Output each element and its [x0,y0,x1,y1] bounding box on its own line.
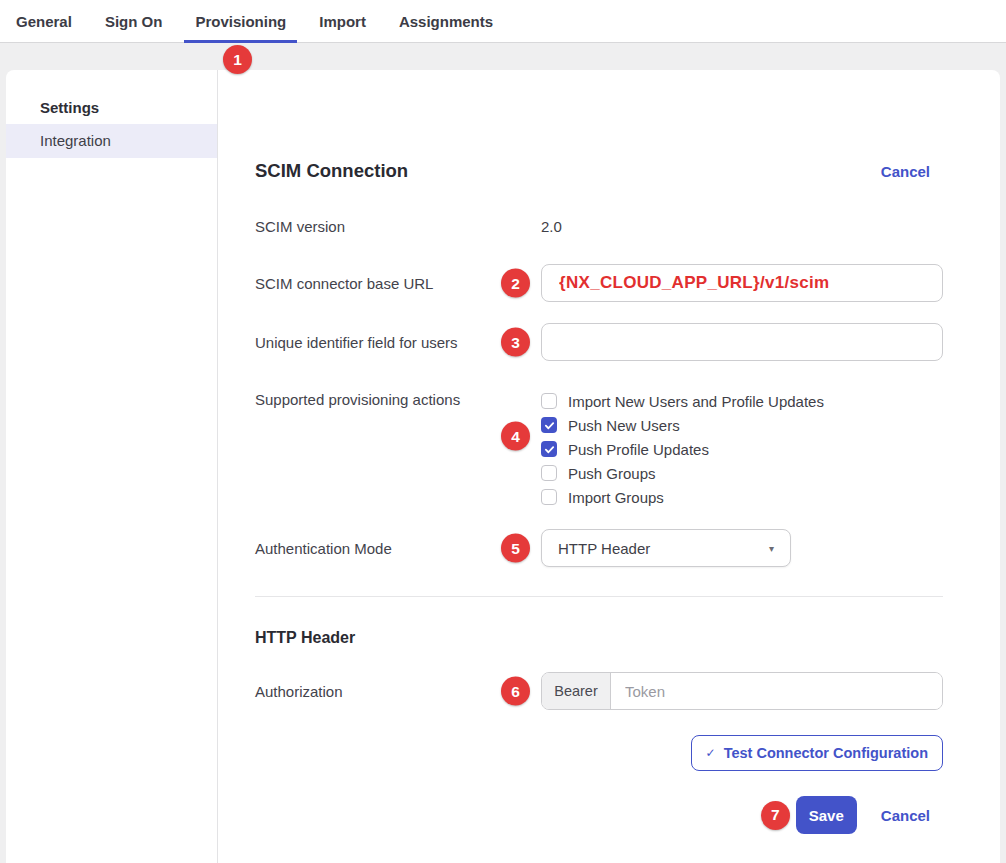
scim-version-row: SCIM version 2.0 [255,217,943,235]
tab-provisioning[interactable]: Provisioning [195,0,286,43]
sidebar-item-integration[interactable]: Integration [6,124,217,158]
provisioning-action-label: Import Groups [568,489,664,506]
step-badge-2: 2 [501,269,530,298]
unique-id-input[interactable] [541,323,943,361]
provisioning-action-label: Push New Users [568,417,680,434]
provisioning-action-row[interactable]: Import Groups [541,485,824,509]
scim-version-value: 2.0 [541,218,562,235]
provisioning-action-row[interactable]: Push Groups [541,461,824,485]
content-card: Settings Integration SCIM Connection Can… [6,70,1000,863]
tab-import[interactable]: Import [319,0,366,43]
chevron-down-icon: ▾ [769,543,774,554]
step-badge-4: 4 [501,422,530,451]
auth-mode-select[interactable]: HTTP Header ▾ [541,529,791,567]
provisioning-action-label: Import New Users and Profile Updates [568,393,824,410]
check-icon: ✓ [706,746,716,760]
provisioning-action-row[interactable]: Import New Users and Profile Updates [541,389,824,413]
step-badge-5: 5 [501,534,530,563]
checkbox-unchecked-icon[interactable] [541,465,557,481]
section-divider [255,596,943,597]
cancel-link-top[interactable]: Cancel [881,163,930,180]
sidebar-heading: Settings [6,100,217,116]
authorization-label: Authorization [255,683,541,700]
provisioning-action-row[interactable]: Push Profile Updates [541,437,824,461]
unique-id-label: Unique identifier field for users [255,334,541,351]
test-connector-label: Test Connector Configuration [724,745,928,761]
tab-general[interactable]: General [16,0,72,43]
tab-bar-tabs: General Sign On Provisioning Import Assignme… [16,0,526,43]
tab-sign-on[interactable]: Sign On [105,0,163,43]
checkbox-unchecked-icon[interactable] [541,393,557,409]
step-badge-1: 1 [223,45,252,74]
authorization-input-group: Bearer [541,672,943,710]
step-badge-3: 3 [501,328,530,357]
checkbox-unchecked-icon[interactable] [541,489,557,505]
provisioning-action-row[interactable]: Push New Users [541,413,824,437]
bearer-prefix: Bearer [542,673,611,709]
step-badge-6: 6 [501,677,530,706]
page-title: SCIM Connection [255,160,408,182]
token-input[interactable] [611,673,942,709]
authorization-row: Authorization 6 Bearer [255,672,943,710]
provisioning-action-label: Push Profile Updates [568,441,709,458]
scim-version-label: SCIM version [255,218,541,235]
provisioning-action-label: Push Groups [568,465,656,482]
provisioning-actions-list: Import New Users and Profile Updates Push… [541,389,824,509]
sidebar: Settings Integration [6,70,218,863]
step-badge-7: 7 [761,801,790,830]
save-button[interactable]: Save [796,796,857,834]
test-connector-button[interactable]: ✓ Test Connector Configuration [691,735,943,771]
provisioning-actions-row: Supported provisioning actions 4 Import … [255,389,943,509]
main-panel: SCIM Connection Cancel SCIM version 2.0 … [218,70,1000,863]
auth-mode-value: HTTP Header [558,540,650,557]
provisioning-actions-label: Supported provisioning actions [255,389,541,411]
http-header-section-title: HTTP Header [255,629,943,647]
checkbox-checked-icon[interactable] [541,441,557,457]
base-url-label: SCIM connector base URL [255,275,541,292]
tab-bar: General Sign On Provisioning Import Assignme… [0,0,1006,43]
base-url-row: SCIM connector base URL 2 [255,264,943,302]
tab-assignments[interactable]: Assignments [399,0,493,43]
auth-mode-row: Authentication Mode 5 HTTP Header ▾ [255,529,943,567]
cancel-link-bottom[interactable]: Cancel [881,807,930,824]
auth-mode-label: Authentication Mode [255,540,541,557]
base-url-input[interactable] [541,264,943,302]
unique-id-row: Unique identifier field for users 3 [255,323,943,361]
checkbox-checked-icon[interactable] [541,417,557,433]
